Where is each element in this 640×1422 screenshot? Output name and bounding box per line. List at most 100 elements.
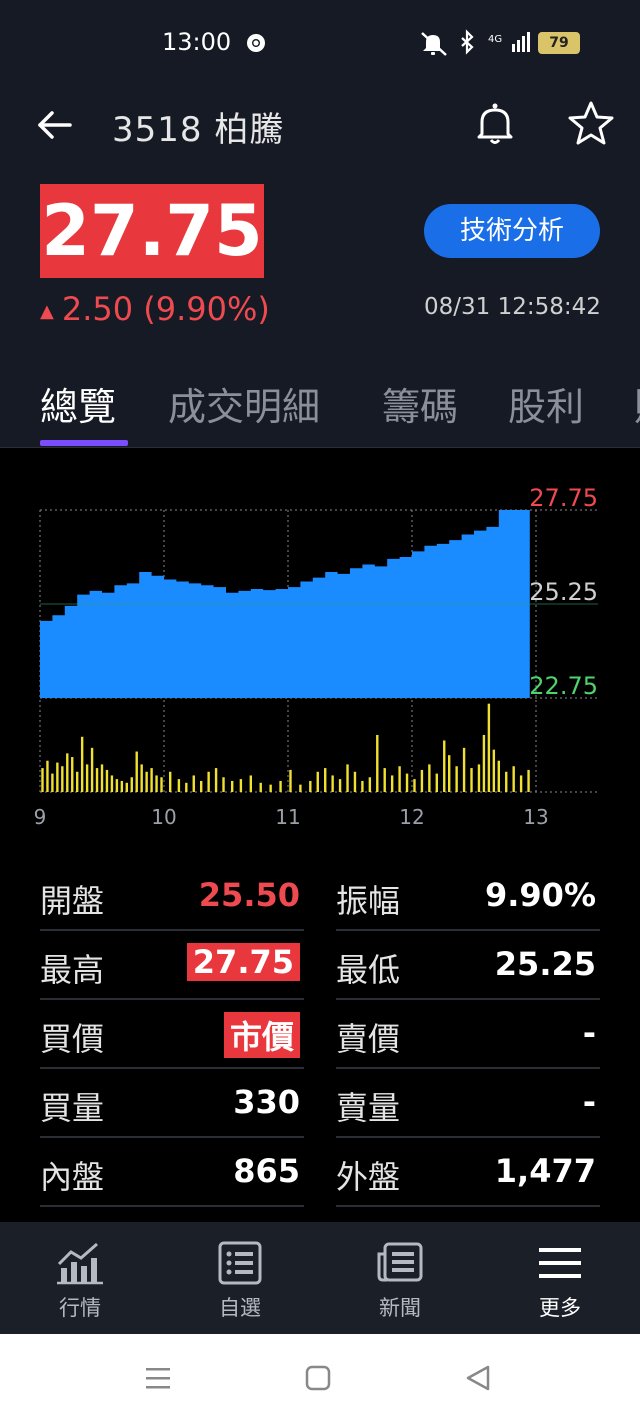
back-arrow-icon[interactable] <box>34 104 76 146</box>
volume-bar <box>231 780 234 792</box>
stat-label: 賣量 <box>336 1089 401 1127</box>
volume-bar <box>428 764 431 792</box>
market-chart-icon <box>57 1242 103 1285</box>
stat-row: 賣量 - <box>336 1069 600 1138</box>
bell-icon[interactable] <box>470 98 520 148</box>
volume-bar <box>497 760 500 792</box>
stat-row: 內盤 865 <box>40 1138 304 1207</box>
volume-bar <box>80 736 84 792</box>
app-header: 3518 柏騰 <box>0 86 640 166</box>
volume-bar <box>338 779 342 792</box>
volume-bar <box>249 775 252 792</box>
stock-title: 3518 柏騰 <box>112 110 285 150</box>
x-tick-label: 12 <box>399 805 424 829</box>
stat-value: 25.50 <box>198 876 300 914</box>
price-box: 27.75 <box>40 184 264 278</box>
stat-value: 330 <box>233 1083 300 1121</box>
volume-bar <box>115 779 119 792</box>
volume-bar <box>185 782 188 792</box>
volume-bar <box>155 775 158 792</box>
volume-bar <box>448 755 451 792</box>
tab-bar: 總覽 成交明細 籌碼 股利 財 <box>0 356 640 448</box>
volume-bar <box>376 734 379 792</box>
volume-bar <box>398 766 401 792</box>
quote-panel: 27.75 技術分析 ▲ 2.50 (9.90%) 08/31 12:58:42 <box>0 166 640 356</box>
status-bar: 13:00 4G 79 <box>0 0 640 86</box>
active-tab-indicator <box>40 440 128 446</box>
battery-level: 79 <box>549 35 569 51</box>
tab-dividend[interactable]: 股利 <box>508 376 584 431</box>
svg-text:4G: 4G <box>488 34 502 45</box>
hamburger-menu-icon <box>539 1248 581 1278</box>
technical-analysis-button[interactable]: 技術分析 <box>424 204 600 258</box>
stat-label: 最低 <box>336 951 401 989</box>
volume-bar <box>519 775 523 792</box>
nav-watchlist-label: 自選 <box>219 1296 261 1320</box>
volume-bar <box>76 771 79 792</box>
stat-value: 25.25 <box>494 945 596 983</box>
volume-bar <box>51 773 54 792</box>
volume-bar <box>331 775 334 792</box>
volume-bar <box>61 766 64 792</box>
volume-bar <box>110 775 114 792</box>
price-change: ▲ 2.50 (9.90%) <box>40 290 270 328</box>
volume-bar <box>512 766 515 792</box>
volume-bar <box>125 782 128 792</box>
volume-bar <box>214 768 218 792</box>
nav-watchlist[interactable]: 自選 <box>160 1222 320 1334</box>
stat-label: 外盤 <box>336 1158 401 1196</box>
tab-overview[interactable]: 總覽 <box>40 376 116 431</box>
tab-trade-details[interactable]: 成交明細 <box>168 376 320 431</box>
x-tick-label: 10 <box>151 805 176 829</box>
volume-bar <box>309 780 312 792</box>
tab-financials[interactable]: 財 <box>634 376 640 431</box>
volume-bar <box>222 777 225 792</box>
volume-bar <box>383 768 386 792</box>
volume-bar <box>289 769 292 792</box>
volume-bar <box>200 780 203 792</box>
status-time: 13:00 <box>162 28 232 56</box>
stat-value: - <box>582 1014 596 1052</box>
up-triangle-icon: ▲ <box>40 300 54 322</box>
nav-more[interactable]: 更多 <box>480 1222 640 1334</box>
system-nav-bar <box>0 1334 640 1422</box>
volume-bar <box>346 764 349 792</box>
volume-bar <box>169 771 172 792</box>
y-label-ref: 25.25 <box>529 578 598 606</box>
stat-row: 振幅 9.90% <box>336 862 600 931</box>
recents-icon[interactable] <box>140 1362 176 1394</box>
volume-bar <box>140 764 143 792</box>
volume-bar <box>269 784 272 792</box>
star-icon[interactable] <box>566 98 616 148</box>
stat-value: 市價 <box>223 1012 300 1058</box>
mute-icon <box>421 32 447 56</box>
x-axis-ticks: 9 10 11 12 13 <box>34 805 549 829</box>
volume-bar <box>66 753 69 792</box>
volume-bar <box>462 747 466 792</box>
volume-bar <box>527 769 530 792</box>
volume-bar <box>41 768 44 792</box>
volume-bar <box>56 762 59 792</box>
volume-bar <box>299 784 302 792</box>
nav-news[interactable]: 新聞 <box>320 1222 480 1334</box>
stat-value: - <box>582 1083 596 1121</box>
back-triangle-icon[interactable] <box>460 1362 496 1394</box>
volume-bar <box>46 760 49 792</box>
stat-value: 27.75 <box>186 943 300 981</box>
home-icon[interactable] <box>300 1362 336 1394</box>
battery-icon: 79 <box>538 32 580 54</box>
stat-row: 外盤 1,477 <box>336 1138 600 1207</box>
volume-bar <box>368 777 372 792</box>
volume-bar <box>135 751 138 792</box>
volume-bar <box>413 779 416 792</box>
volume-bar <box>482 734 486 792</box>
tab-chips[interactable]: 籌碼 <box>382 376 458 431</box>
signal-icon: 4G <box>488 32 530 52</box>
volume-bar <box>361 780 364 792</box>
nav-more-label: 更多 <box>539 1296 581 1320</box>
nav-market[interactable]: 行情 <box>0 1222 160 1334</box>
stat-row: 最高 27.75 <box>40 931 304 1000</box>
quote-timestamp: 08/31 12:58:42 <box>424 294 601 320</box>
stat-value: 9.90% <box>484 876 596 914</box>
volume-bar <box>390 775 394 792</box>
